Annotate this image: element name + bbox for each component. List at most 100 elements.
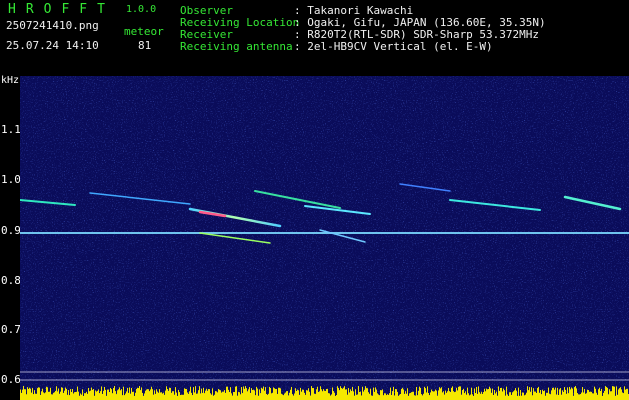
activity-bar xyxy=(349,392,350,400)
activity-bar xyxy=(189,391,190,400)
y-tick-label: 1.0 xyxy=(1,173,21,186)
y-tick-label: 0.9 xyxy=(1,224,21,237)
activity-bar xyxy=(190,386,191,400)
activity-bar xyxy=(321,389,322,400)
activity-bar xyxy=(22,389,23,400)
activity-bar xyxy=(352,386,353,400)
activity-bar xyxy=(598,389,599,400)
activity-bar xyxy=(69,395,70,400)
activity-bar xyxy=(222,391,223,400)
activity-bar xyxy=(31,392,32,400)
activity-bar xyxy=(95,390,96,400)
activity-bar xyxy=(330,395,331,400)
activity-bar xyxy=(173,391,174,400)
activity-bar xyxy=(185,388,186,400)
activity-bar xyxy=(152,389,153,400)
activity-bar xyxy=(245,386,246,400)
activity-bar xyxy=(73,393,74,400)
activity-bar xyxy=(455,391,456,400)
activity-bar xyxy=(388,394,389,400)
activity-bar xyxy=(413,391,414,400)
activity-bar xyxy=(546,392,547,400)
activity-bar xyxy=(240,394,241,400)
activity-bar xyxy=(596,392,597,400)
activity-bar xyxy=(226,386,227,400)
activity-bar xyxy=(391,394,392,400)
activity-bar xyxy=(446,392,447,400)
activity-bar xyxy=(448,387,449,400)
activity-bar xyxy=(468,393,469,400)
activity-bar xyxy=(60,391,61,400)
activity-bar xyxy=(133,391,134,400)
activity-bar xyxy=(602,395,603,400)
activity-bar xyxy=(336,394,337,400)
activity-bar xyxy=(273,387,274,400)
activity-bar xyxy=(524,395,525,400)
activity-bar xyxy=(600,391,601,400)
activity-bar xyxy=(233,391,234,400)
activity-bar xyxy=(402,387,403,400)
activity-bar xyxy=(419,386,420,400)
activity-bar xyxy=(157,391,158,400)
activity-bar xyxy=(270,388,271,400)
activity-bar xyxy=(253,389,254,400)
activity-bar xyxy=(217,392,218,400)
activity-bar xyxy=(164,394,165,400)
activity-bar xyxy=(507,394,508,400)
activity-bar xyxy=(506,386,507,400)
activity-bar xyxy=(21,392,22,400)
activity-bar xyxy=(442,392,443,400)
activity-bar xyxy=(221,392,222,400)
activity-bar xyxy=(432,391,433,400)
activity-bar xyxy=(462,390,463,400)
activity-bar xyxy=(623,393,624,400)
activity-bar xyxy=(162,393,163,400)
activity-bar xyxy=(386,395,387,400)
activity-bar xyxy=(156,389,157,400)
activity-bar xyxy=(314,393,315,400)
activity-bar xyxy=(367,388,368,400)
activity-bar xyxy=(243,386,244,400)
activity-bar xyxy=(534,391,535,400)
activity-bar xyxy=(604,391,605,400)
info-label-antenna: Receiving antenna xyxy=(180,40,293,53)
activity-bar xyxy=(364,389,365,400)
activity-bar xyxy=(263,386,264,400)
activity-bar xyxy=(82,389,83,400)
activity-bar xyxy=(477,393,478,400)
y-tick-label: 0.6 xyxy=(1,373,21,386)
activity-bar xyxy=(340,386,341,400)
activity-bar xyxy=(607,387,608,400)
activity-bar xyxy=(201,388,202,400)
activity-bar xyxy=(461,394,462,400)
activity-bar xyxy=(558,394,559,400)
activity-bar xyxy=(227,386,228,400)
activity-bar xyxy=(328,393,329,400)
activity-bar xyxy=(96,391,97,400)
activity-bar xyxy=(99,393,100,400)
activity-bar xyxy=(179,392,180,400)
activity-bar xyxy=(25,389,26,400)
y-axis-unit: kHz xyxy=(1,75,20,86)
activity-bar xyxy=(470,394,471,400)
activity-bar xyxy=(205,390,206,400)
activity-bar xyxy=(567,387,568,400)
activity-bar xyxy=(323,389,324,400)
activity-bar xyxy=(422,395,423,400)
app-brand: HROFFT xyxy=(8,2,115,17)
activity-bar xyxy=(488,389,489,400)
activity-bar xyxy=(569,386,570,400)
activity-bar xyxy=(347,394,348,400)
activity-bar xyxy=(132,391,133,400)
activity-bar xyxy=(343,387,344,400)
activity-bar xyxy=(127,387,128,400)
activity-bar xyxy=(479,392,480,400)
activity-bar xyxy=(309,391,310,400)
activity-bar xyxy=(346,389,347,400)
activity-bar xyxy=(417,395,418,400)
activity-bar xyxy=(242,393,243,400)
activity-bar xyxy=(341,388,342,400)
activity-bar xyxy=(574,387,575,400)
activity-bar xyxy=(573,395,574,400)
activity-bar xyxy=(480,393,481,400)
